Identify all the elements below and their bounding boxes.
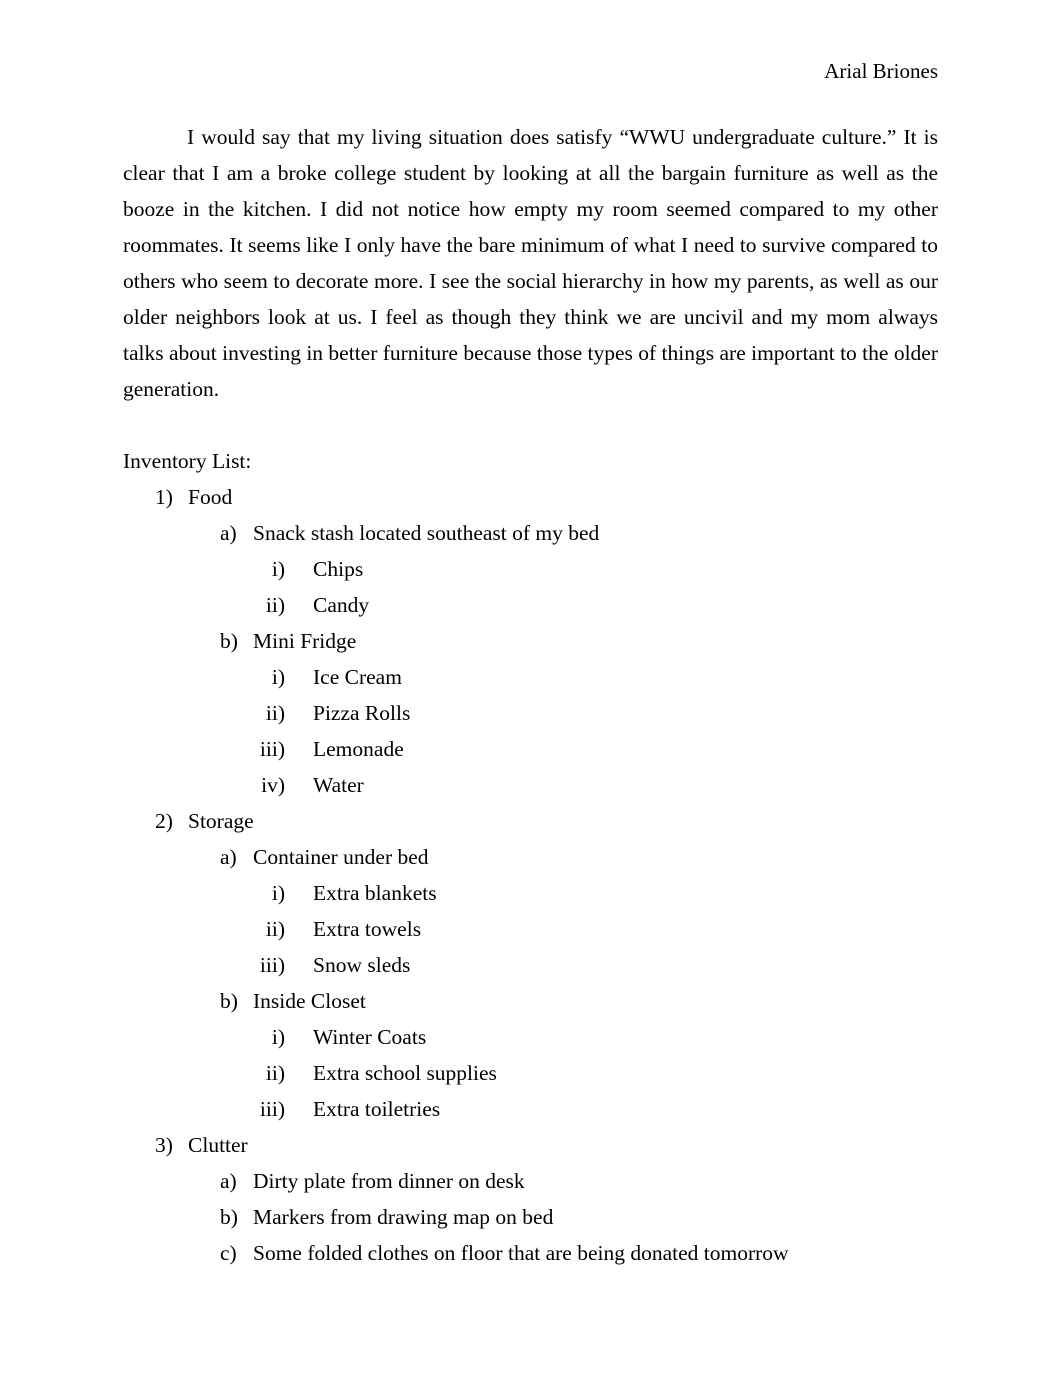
list-item-label: Ice Cream <box>313 665 402 689</box>
inventory-item-level-3: i) Chips <box>123 551 938 587</box>
list-item-label: Clutter <box>188 1133 248 1157</box>
inventory-list-heading: Inventory List: <box>123 449 252 473</box>
list-item-label: Inside Closet <box>253 989 366 1013</box>
inventory-item-level-2: c) Some folded clothes on floor that are … <box>123 1235 938 1271</box>
document-page: Arial Briones I would say that my living… <box>0 0 1062 1377</box>
inventory-item-level-3: i) Winter Coats <box>123 1019 938 1055</box>
inventory-item-level-3: i) Ice Cream <box>123 659 938 695</box>
inventory-item-level-3: iii) Snow sleds <box>123 947 938 983</box>
inventory-item-level-2: a) Container under bed <box>123 839 938 875</box>
list-item-label: Chips <box>313 557 364 581</box>
inventory-item-level-2: b) Markers from drawing map on bed <box>123 1199 938 1235</box>
list-item-label: Snow sleds <box>313 953 411 977</box>
inventory-item-level-1: 1) Food <box>123 479 938 515</box>
list-marker: b) <box>220 989 238 1013</box>
list-marker: 3) <box>155 1133 173 1157</box>
list-marker: b) <box>220 629 238 653</box>
inventory-item-level-2: b) Mini Fridge <box>123 623 938 659</box>
inventory-item-level-3: iv) Water <box>123 767 938 803</box>
list-marker: ii) <box>265 1061 285 1085</box>
list-marker: iv) <box>261 773 285 797</box>
inventory-item-level-3: i) Extra blankets <box>123 875 938 911</box>
list-item-label: Container under bed <box>253 845 429 869</box>
inventory-item-level-3: iii) Lemonade <box>123 731 938 767</box>
list-marker: a) <box>220 1169 237 1193</box>
list-marker: iii) <box>259 953 285 977</box>
list-item-label: Extra blankets <box>313 881 437 905</box>
inventory-item-level-3: ii) Extra towels <box>123 911 938 947</box>
list-item-label: Storage <box>188 809 254 833</box>
list-item-label: Water <box>313 773 364 797</box>
list-marker: c) <box>220 1241 237 1265</box>
inventory-item-level-2: b) Inside Closet <box>123 983 938 1019</box>
inventory-item-level-1: 3) Clutter <box>123 1127 938 1163</box>
inventory-item-level-2: a) Snack stash located southeast of my be… <box>123 515 938 551</box>
list-item-label: Winter Coats <box>313 1025 427 1049</box>
header-author-name: Arial Briones <box>824 59 938 83</box>
body-paragraph: I would say that my living situation doe… <box>123 125 938 401</box>
list-marker: i) <box>271 665 285 689</box>
list-marker: b) <box>220 1205 238 1229</box>
list-item-label: Extra school supplies <box>313 1061 497 1085</box>
list-marker: iii) <box>259 1097 285 1121</box>
list-marker: i) <box>271 881 285 905</box>
inventory-list: 1) Food a) Snack stash located southeast of… <box>123 479 938 1271</box>
inventory-item-level-3: ii) Candy <box>123 587 938 623</box>
list-marker: ii) <box>265 593 285 617</box>
list-item-label: Lemonade <box>313 737 404 761</box>
list-item-label: Food <box>188 485 233 509</box>
list-marker: i) <box>271 1025 285 1049</box>
list-marker: ii) <box>265 701 285 725</box>
list-item-label: Markers from drawing map on bed <box>253 1205 554 1229</box>
list-marker: 2) <box>155 809 173 833</box>
inventory-item-level-3: iii) Extra toiletries <box>123 1091 938 1127</box>
list-item-label: Candy <box>313 593 370 617</box>
list-item-label: Dirty plate from dinner on desk <box>253 1169 525 1193</box>
inventory-item-level-2: a) Dirty plate from dinner on desk <box>123 1163 938 1199</box>
list-marker: a) <box>220 521 237 545</box>
document-body: I would say that my living situation doe… <box>123 119 938 1271</box>
list-item-label: Snack stash located southeast of my bed <box>253 521 600 545</box>
list-marker: a) <box>220 845 237 869</box>
list-item-label: Pizza Rolls <box>313 701 411 725</box>
list-marker: ii) <box>265 917 285 941</box>
list-marker: iii) <box>259 737 285 761</box>
page-header: Arial Briones <box>123 58 938 84</box>
inventory-item-level-3: ii) Extra school supplies <box>123 1055 938 1091</box>
list-item-label: Extra toiletries <box>313 1097 441 1121</box>
list-item-label: Mini Fridge <box>253 629 357 653</box>
list-marker: i) <box>271 557 285 581</box>
list-item-label: Some folded clothes on floor that are be… <box>253 1241 789 1265</box>
inventory-item-level-1: 2) Storage <box>123 803 938 839</box>
list-item-label: Extra towels <box>313 917 422 941</box>
inventory-item-level-3: ii) Pizza Rolls <box>123 695 938 731</box>
list-marker: 1) <box>155 485 173 509</box>
